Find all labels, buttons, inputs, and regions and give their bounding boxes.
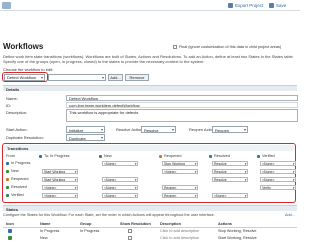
- show-resolution-checkbox[interactable]: [128, 236, 132, 240]
- transition-action-select[interactable]: Stop Working: [162, 161, 198, 166]
- row-state-icon: [6, 185, 9, 189]
- states-header-divider: [3, 227, 297, 228]
- duplicate-resolution-label: Duplicate Resolution:: [6, 135, 44, 140]
- workflow-select-extended[interactable]: [48, 73, 106, 81]
- transitions-section-title: Transitions: [7, 145, 29, 151]
- final-checkbox[interactable]: [173, 45, 177, 49]
- column-state-icon: [39, 154, 42, 158]
- column-state-icon: [99, 154, 102, 158]
- show-resolution-checkbox[interactable]: [128, 229, 132, 233]
- states-column-header[interactable]: Icon: [6, 222, 14, 226]
- transition-action-select[interactable]: Reopen: [162, 193, 198, 198]
- transition-action-select[interactable]: Start Working: [42, 169, 78, 174]
- state-description-cell[interactable]: Click to add description: [160, 229, 199, 233]
- transition-action-select[interactable]: Resolve: [212, 177, 248, 182]
- start-action-select[interactable]: Initialize: [66, 126, 105, 133]
- transition-column-header: Reopened: [164, 154, 182, 158]
- page-title: Workflows: [3, 42, 44, 51]
- workflows-description: Define work item state transitions (work…: [3, 54, 294, 64]
- export-project-link[interactable]: Export Project: [235, 3, 263, 8]
- states-section-header[interactable]: States: [3, 205, 297, 212]
- transition-action-select[interactable]: <None>: [102, 177, 138, 182]
- resolve-action-select[interactable]: Resolve: [141, 126, 176, 133]
- transition-action-select[interactable]: Start Working: [42, 177, 78, 182]
- transition-column-header: New: [104, 154, 112, 158]
- id-label: ID:: [6, 103, 12, 108]
- final-checkbox-label: Final (ignore customization of this data…: [179, 45, 282, 49]
- transition-action-select[interactable]: <None>: [260, 177, 296, 182]
- transition-from-state: Reopened: [11, 177, 29, 181]
- transition-action-select[interactable]: <None>: [42, 193, 78, 198]
- transition-action-select[interactable]: <None>: [162, 169, 198, 174]
- states-column-header[interactable]: Group: [80, 222, 91, 226]
- duplicate-resolution-select[interactable]: Duplicate: [66, 134, 105, 141]
- resolve-action-label: Resolve Action:: [116, 127, 144, 132]
- states-section-title: States: [6, 206, 19, 212]
- states-add-link[interactable]: Add...: [285, 213, 295, 217]
- transition-action-select[interactable]: <None>: [102, 161, 138, 166]
- product-logo: [2, 2, 11, 9]
- details-section-header[interactable]: Details: [3, 85, 297, 92]
- transitions-section-header[interactable]: Transitions: [4, 145, 294, 151]
- remove-workflow-button[interactable]: Remove: [125, 73, 149, 81]
- transitions-from-label: From: [6, 154, 15, 158]
- states-column-header[interactable]: Show Resolution: [120, 222, 151, 226]
- transition-action-select[interactable]: <None>: [260, 161, 296, 166]
- transition-column-header: Verified: [262, 154, 275, 158]
- column-state-icon: [209, 154, 212, 158]
- reopen-action-select[interactable]: Reopen: [212, 126, 248, 133]
- export-icon[interactable]: [228, 3, 233, 8]
- transition-action-select[interactable]: <None>: [102, 193, 138, 198]
- id-field: com.ibm.team.workitem.defectWorkflow: [66, 102, 298, 108]
- transition-action-select[interactable]: Verify: [260, 185, 296, 190]
- transition-from-state: Verified: [11, 193, 24, 197]
- add-workflow-button[interactable]: Add...: [108, 73, 123, 81]
- state-actions-cell[interactable]: Stop Working, Resolve: [218, 229, 257, 233]
- state-name-cell[interactable]: New: [40, 236, 48, 240]
- workflow-select[interactable]: Defect Workflow: [4, 73, 45, 81]
- row-state-icon: [6, 169, 9, 173]
- transition-column-header: Resolved: [214, 154, 230, 158]
- transition-action-select[interactable]: <None>: [102, 185, 138, 190]
- top-bar: Export Project Save: [0, 0, 300, 11]
- transition-action-select[interactable]: <None>: [42, 185, 78, 190]
- transition-from-state: In Progress: [11, 161, 31, 165]
- name-field[interactable]: Defect Workflow: [66, 95, 298, 101]
- state-row-icon[interactable]: [8, 236, 12, 240]
- state-group-cell[interactable]: In Progress: [80, 229, 99, 233]
- state-name-cell[interactable]: In Progress: [40, 229, 59, 233]
- transition-action-select[interactable]: Resolve: [212, 169, 248, 174]
- column-state-icon: [159, 154, 162, 158]
- description-label: Description:: [6, 110, 28, 115]
- transition-action-select[interactable]: Resolve: [212, 161, 248, 166]
- row-state-icon: [6, 177, 9, 181]
- column-state-icon: [257, 154, 260, 158]
- start-action-label: Start Action:: [6, 127, 28, 132]
- transition-from-state: New: [11, 169, 19, 173]
- transition-action-select[interactable]: <None>: [212, 193, 248, 198]
- details-section-title: Details: [6, 86, 20, 92]
- save-link[interactable]: Save: [276, 3, 286, 8]
- state-actions-cell[interactable]: Start Working, Resolve: [218, 236, 257, 240]
- name-label: Name:: [6, 96, 18, 101]
- state-row-icon[interactable]: [8, 229, 12, 233]
- description-field[interactable]: This workflow is appropriate for defects: [66, 109, 298, 122]
- state-description-cell[interactable]: Click to add description: [160, 236, 199, 240]
- transition-from-state: Resolved: [11, 185, 27, 189]
- transition-action-select[interactable]: Reopen: [162, 185, 198, 190]
- states-description: Configure the States for this Workflow. …: [3, 213, 215, 217]
- transition-action-select[interactable]: <None>: [260, 169, 296, 174]
- states-column-header[interactable]: Description: [160, 222, 181, 226]
- states-column-header[interactable]: Actions: [218, 222, 232, 226]
- save-icon[interactable]: [269, 3, 274, 8]
- transition-column-header: To: In Progress: [44, 154, 70, 158]
- row-state-icon: [6, 161, 9, 165]
- row-state-icon: [6, 193, 9, 197]
- states-column-header[interactable]: Name: [40, 222, 50, 226]
